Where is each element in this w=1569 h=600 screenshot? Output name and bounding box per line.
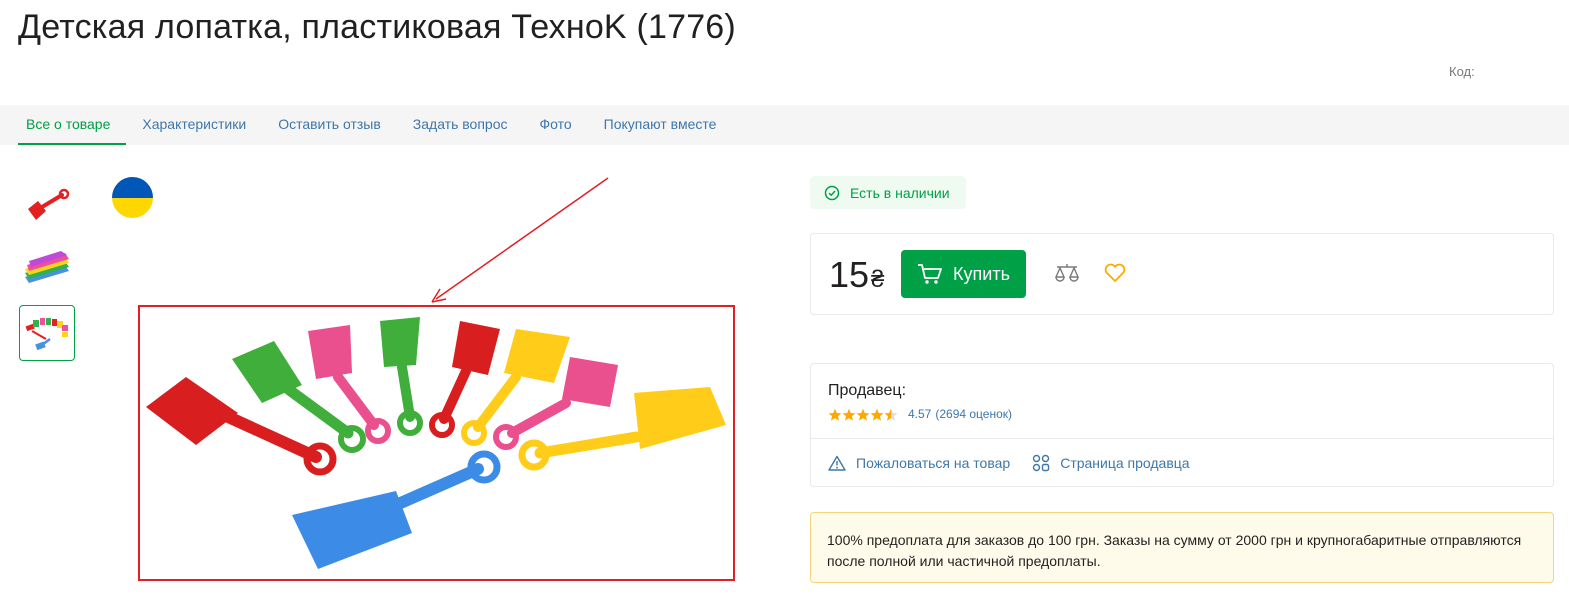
tab-ask-question[interactable]: Задать вопрос <box>397 105 524 145</box>
rating-count: (2694 оценок) <box>935 407 1013 421</box>
complain-link-label: Пожаловаться на товар <box>856 455 1011 471</box>
price: 15 ₴ <box>829 254 884 296</box>
tab-photo[interactable]: Фото <box>524 105 588 145</box>
seller-box: Продавец: 4.57 (2694 оценок) Пожаловатьс… <box>810 363 1554 487</box>
thumbnail-stacked-shovels[interactable] <box>19 241 75 297</box>
red-shovel-thumb-image <box>28 188 70 220</box>
seller-label: Продавец: <box>828 382 907 399</box>
availability-badge: Есть в наличии <box>810 176 966 209</box>
buy-button-label: Купить <box>953 263 1010 284</box>
availability-label: Есть в наличии <box>850 184 950 201</box>
cart-icon <box>918 264 942 284</box>
thumbnail-red-shovel[interactable] <box>19 177 75 233</box>
complain-link[interactable]: Пожаловаться на товар <box>828 455 1010 471</box>
half-star-icon <box>884 408 898 421</box>
seller-page-icon <box>1033 454 1050 472</box>
rating-value: 4.57 <box>908 407 932 421</box>
star-icon <box>842 408 856 421</box>
tab-bought-together[interactable]: Покупают вместе <box>588 105 733 145</box>
seller-divider <box>811 438 1553 439</box>
seller-rating[interactable]: 4.57 (2694 оценок) <box>828 407 1012 421</box>
ukraine-flag-icon <box>112 177 153 218</box>
product-page: Детская лопатка, пластиковая ТехноK (177… <box>0 0 1569 600</box>
main-product-image[interactable] <box>138 305 735 581</box>
product-tabs: Все о товаре Характеристики Оставить отз… <box>0 105 1569 145</box>
buy-button[interactable]: Купить <box>901 250 1026 298</box>
stacked-shovels-thumb-image <box>25 251 69 283</box>
shovels-fan-thumb-image <box>25 318 68 351</box>
seller-page-link[interactable]: Страница продавца <box>1032 454 1190 472</box>
product-code-label: Код: <box>1449 64 1475 79</box>
rating-stars <box>828 408 898 421</box>
seller-page-link-label: Страница продавца <box>1060 455 1190 471</box>
star-icon <box>828 408 842 421</box>
thumbnail-shovels-fan[interactable] <box>19 305 75 361</box>
tab-characteristics[interactable]: Характеристики <box>126 105 262 145</box>
star-icon <box>870 408 884 421</box>
compare-scales-icon[interactable] <box>1054 262 1080 286</box>
seller-links: Пожаловаться на товар Страница продавца <box>828 454 1190 472</box>
warning-triangle-icon <box>828 455 846 471</box>
star-icon <box>856 408 870 421</box>
prepayment-notice: 100% предоплата для заказов до 100 грн. … <box>810 512 1554 583</box>
check-circle-icon <box>824 185 840 200</box>
favorite-heart-icon[interactable] <box>1103 262 1127 284</box>
shovels-fan-image <box>146 317 726 569</box>
price-box: 15 ₴ Купить <box>810 233 1554 315</box>
tab-all-about[interactable]: Все о товаре <box>18 105 127 145</box>
tab-leave-review[interactable]: Оставить отзыв <box>262 105 397 145</box>
product-title: Детская лопатка, пластиковая ТехноK (177… <box>18 8 736 46</box>
price-value: 15 <box>829 254 870 295</box>
annotation-arrow <box>431 177 609 303</box>
price-currency: ₴ <box>871 266 885 293</box>
